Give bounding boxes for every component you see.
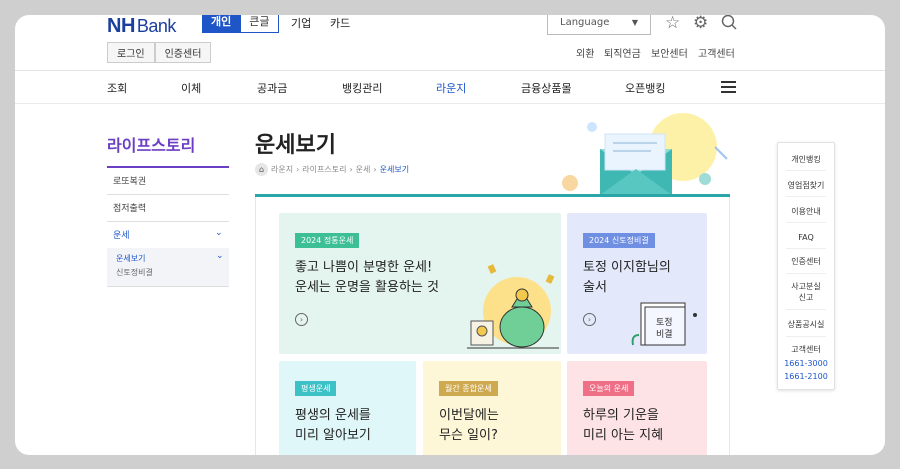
breadcrumb-item[interactable]: 운세	[356, 164, 371, 175]
gnb-banking-management[interactable]: 뱅킹관리	[342, 80, 382, 96]
util-security-link[interactable]: 보안센터	[651, 45, 688, 60]
divider	[107, 194, 229, 195]
quick-customer-center[interactable]: 고객센터	[778, 344, 834, 355]
lnb-sub-tojeong[interactable]: 신토정비결	[116, 267, 153, 278]
card-text: 좋고 나쁨이 분명한 운세! 운세는 운명을 활용하는 것	[295, 260, 439, 295]
nh-bank-logo[interactable]: NH Bank	[107, 15, 176, 38]
util-forex-link[interactable]: 외환	[576, 45, 594, 60]
divider	[107, 286, 229, 287]
corporate-link[interactable]: 기업	[291, 15, 311, 31]
mode-large-text-button[interactable]: 큰글	[240, 15, 279, 33]
page-title: 운세보기	[255, 133, 336, 158]
gnb-transfer[interactable]: 이체	[181, 80, 201, 96]
card-text: 하루의 기운을 미리 아는 지혜	[583, 408, 664, 443]
lnb-sub-fortune-view[interactable]: 운세보기	[116, 253, 145, 264]
quick-menu: 개인뱅킹 영업점찾기 이용안내 FAQ 인증센터 사고분실 신고 상품공시실 고…	[777, 142, 835, 390]
divider	[15, 70, 885, 71]
mode-personal-button[interactable]: 개인	[202, 15, 241, 33]
gnb-inquiry[interactable]: 조회	[107, 80, 127, 96]
breadcrumb-item[interactable]: 라이프스토리	[302, 164, 346, 175]
svg-text:토정: 토정	[656, 317, 673, 328]
quick-phone-1[interactable]: 1661-3000	[778, 358, 834, 369]
card-link[interactable]: 카드	[330, 15, 350, 31]
chevron-down-icon: ⌄	[215, 228, 223, 238]
gnb-lounge[interactable]: 라운지	[436, 80, 466, 96]
card-today-fortune[interactable]: 오늘의 운세 하루의 기운을미리 아는 지혜 ›	[567, 361, 707, 455]
quick-product-disclosure[interactable]: 상품공시실	[778, 319, 834, 330]
divider	[786, 222, 826, 223]
card-tojeong[interactable]: 2024 신토정비결 토정 이지함님의 술서 › 토정 비결	[567, 213, 707, 354]
quick-phone-2[interactable]: 1661-2100	[778, 371, 834, 382]
lnb-item-print[interactable]: 점저출력	[113, 201, 146, 214]
gnb-utility-bills[interactable]: 공과금	[257, 80, 287, 96]
home-icon[interactable]: ⌂	[255, 163, 268, 176]
quick-cert-center[interactable]: 인증센터	[778, 256, 834, 267]
divider	[15, 103, 885, 104]
login-group: 로그인 인증센터	[107, 42, 212, 63]
gnb-open-banking[interactable]: 오픈뱅킹	[625, 80, 665, 96]
login-button[interactable]: 로그인	[107, 42, 155, 63]
book-icon: 토정 비결	[631, 302, 697, 346]
divider	[786, 248, 826, 249]
card-tag: 오늘의 운세	[583, 381, 635, 396]
card-tag: 2024 신토정비결	[583, 233, 655, 248]
quick-faq[interactable]: FAQ	[778, 232, 834, 243]
util-customer-link[interactable]: 고객센터	[698, 45, 735, 60]
settings-gear-icon[interactable]: ⚙	[693, 15, 708, 33]
cert-center-button[interactable]: 인증센터	[154, 42, 212, 63]
money-bag-icon	[467, 264, 559, 349]
breadcrumb-current: 운세보기	[379, 165, 410, 174]
arrow-right-icon[interactable]: ›	[295, 313, 308, 326]
favorite-star-icon[interactable]: ☆	[665, 15, 680, 33]
divider	[786, 196, 826, 197]
card-text: 이번달에는 무슨 일이?	[439, 408, 499, 443]
divider	[786, 309, 826, 310]
breadcrumb: ⌂ 라운지 › 라이프스토리 › 운세 › 운세보기	[255, 163, 409, 176]
breadcrumb-item[interactable]: 라운지	[271, 164, 293, 175]
card-lifetime-fortune[interactable]: 평생운세 평생의 운세를미리 알아보기 ›	[279, 361, 416, 455]
gnb-product-mall[interactable]: 금융상품몰	[521, 80, 572, 96]
card-tag: 월간 종합운세	[439, 381, 498, 396]
card-traditional-fortune[interactable]: 2024 정통운세 좋고 나쁨이 분명한 운세! 운세는 운명을 활용하는 것 ›	[279, 213, 561, 354]
quick-branch-finder[interactable]: 영업점찾기	[778, 180, 834, 191]
divider	[786, 336, 826, 337]
quick-loss-report[interactable]: 사고분실 신고	[778, 281, 834, 303]
divider	[786, 170, 826, 171]
envelope-illustration	[562, 113, 728, 195]
arrow-right-icon[interactable]: ›	[583, 313, 596, 326]
card-text: 토정 이지함님의 술서	[583, 260, 671, 295]
browser-frame: NH Bank 개인 큰글 기업 카드 Language ▼ ☆ ⚙ 로그인 인증센…	[15, 15, 885, 455]
mode-toggle: 개인 큰글	[202, 15, 279, 33]
card-tag: 2024 정통운세	[295, 233, 360, 248]
card-monthly-fortune[interactable]: 월간 종합운세 이번달에는무슨 일이? ›	[423, 361, 561, 455]
caret-down-icon: ▼	[631, 18, 638, 27]
divider	[786, 273, 826, 274]
divider	[107, 166, 229, 168]
lnb-item-lotto[interactable]: 로또복권	[113, 174, 146, 187]
card-text: 평생의 운세를 미리 알아보기	[295, 408, 371, 443]
divider	[107, 221, 229, 222]
lnb-item-fortune[interactable]: 운세	[113, 228, 130, 241]
quick-usage-guide[interactable]: 이용안내	[778, 206, 834, 217]
language-select[interactable]: Language ▼	[547, 15, 651, 35]
svg-text:비결: 비결	[656, 329, 673, 340]
card-tag: 평생운세	[295, 381, 337, 396]
chevron-down-icon: ⌄	[216, 251, 224, 261]
quick-personal-banking[interactable]: 개인뱅킹	[778, 154, 834, 165]
util-pension-link[interactable]: 퇴직연금	[604, 45, 641, 60]
lnb-title: 라이프스토리	[107, 136, 196, 155]
search-icon[interactable]	[721, 15, 737, 30]
menu-hamburger-icon[interactable]	[721, 81, 736, 96]
